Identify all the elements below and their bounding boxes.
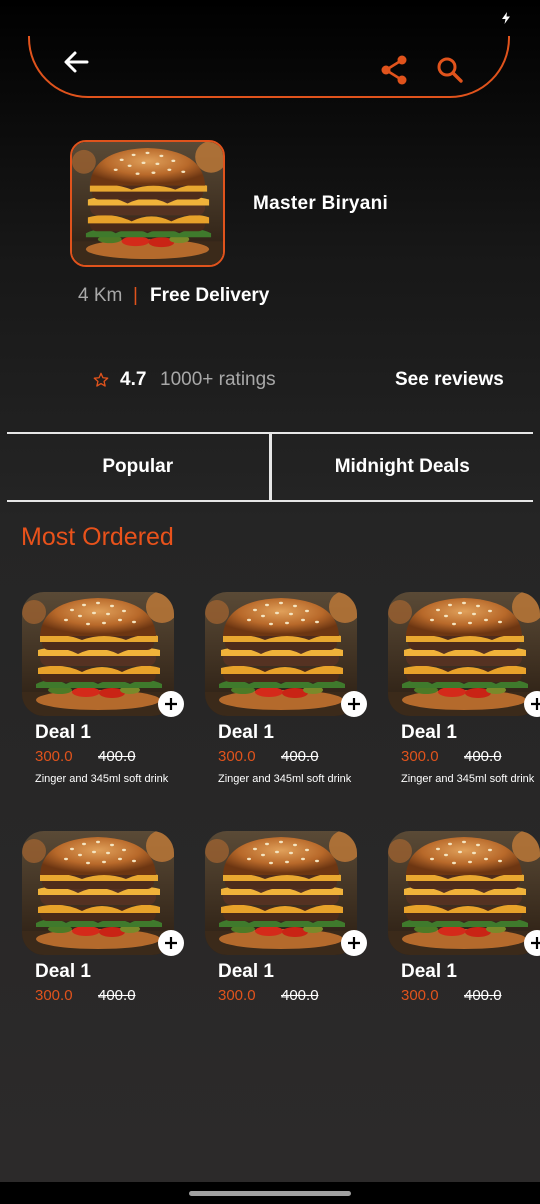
tab-midnight-deals[interactable]: Midnight Deals (268, 434, 534, 500)
deal-old-price: 400.0 (464, 748, 502, 765)
back-button[interactable] (58, 44, 94, 80)
tab-popular[interactable]: Popular (7, 434, 269, 500)
rating-count: 1000+ ratings (160, 369, 276, 390)
deal-price: 300.0 (401, 987, 439, 1004)
deal-title: Deal 1 (401, 722, 457, 743)
deal-old-price: 400.0 (281, 987, 319, 1004)
deal-price: 300.0 (35, 987, 73, 1004)
delivery-text: Free Delivery (150, 285, 270, 306)
deal-card-clip: Deal 1 300.0 400.0 Zinger and 345ml soft… (388, 592, 540, 812)
section-title: Most Ordered (21, 523, 174, 551)
deal-card[interactable]: Deal 1 300.0 400.0 Zinger and 345ml soft… (388, 592, 540, 785)
category-tabs: Popular Midnight Deals (7, 432, 533, 502)
deal-old-price: 400.0 (98, 748, 136, 765)
status-bar (0, 0, 540, 34)
deal-old-price: 400.0 (281, 748, 319, 765)
deal-title: Deal 1 (218, 961, 274, 982)
share-button[interactable] (376, 52, 412, 88)
plus-icon (531, 698, 540, 710)
restaurant-image (70, 140, 225, 267)
deal-image (388, 831, 540, 955)
deal-price: 300.0 (35, 748, 73, 765)
search-button[interactable] (430, 52, 470, 88)
deal-image (388, 592, 540, 716)
deal-card[interactable]: Deal 1 300.0 400.0 (205, 831, 367, 1004)
star-icon (93, 372, 109, 387)
rating-value: 4.7 (120, 369, 147, 390)
deal-image (205, 831, 357, 955)
back-arrow-icon (64, 51, 89, 73)
deal-card[interactable]: Deal 1 300.0 400.0 (388, 831, 540, 1004)
distance-text: 4 Km (78, 285, 123, 306)
plus-icon (165, 698, 177, 710)
deal-price: 300.0 (401, 748, 439, 765)
add-to-cart-button[interactable] (341, 691, 367, 717)
deal-old-price: 400.0 (464, 987, 502, 1004)
deal-price: 300.0 (218, 987, 256, 1004)
deal-card-clip: Deal 1 300.0 400.0 (388, 831, 540, 1031)
deal-description: Zinger and 345ml soft drink (218, 773, 352, 785)
deal-price: 300.0 (218, 748, 256, 765)
add-to-cart-button[interactable] (341, 930, 367, 956)
deal-card[interactable]: Deal 1 300.0 400.0 Zinger and 345ml soft… (205, 592, 367, 785)
deal-old-price: 400.0 (98, 987, 136, 1004)
deal-description: Zinger and 345ml soft drink (401, 773, 535, 785)
deal-title: Deal 1 (218, 722, 274, 743)
deal-title: Deal 1 (401, 961, 457, 982)
info-separator: | (133, 285, 138, 306)
deal-card[interactable]: Deal 1 300.0 400.0 Zinger and 345ml soft… (22, 592, 184, 785)
deal-image (22, 592, 174, 716)
plus-icon (531, 937, 540, 949)
deal-title: Deal 1 (35, 722, 91, 743)
see-reviews-link[interactable]: See reviews (395, 369, 504, 391)
share-icon (381, 55, 407, 85)
deal-title: Deal 1 (35, 961, 91, 982)
deal-image (22, 831, 174, 955)
home-indicator[interactable] (189, 1191, 351, 1196)
restaurant-name: Master Biryani (253, 193, 389, 214)
deal-description: Zinger and 345ml soft drink (35, 773, 169, 785)
charging-icon (502, 12, 510, 24)
deal-image (205, 592, 357, 716)
plus-icon (348, 937, 360, 949)
add-to-cart-button[interactable] (158, 930, 184, 956)
add-to-cart-button[interactable] (158, 691, 184, 717)
search-icon (437, 57, 463, 83)
plus-icon (165, 937, 177, 949)
deal-card[interactable]: Deal 1 300.0 400.0 (22, 831, 184, 1004)
plus-icon (348, 698, 360, 710)
